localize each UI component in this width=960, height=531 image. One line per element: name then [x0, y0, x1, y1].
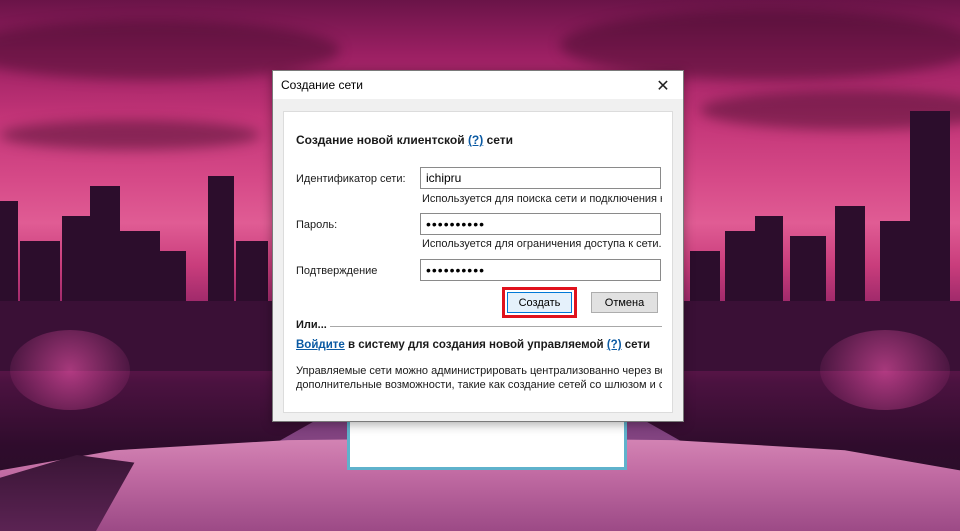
dialog-content: Создание новой клиентской (?) сети Идент…	[283, 111, 673, 413]
password-input[interactable]	[420, 213, 661, 235]
title-bar: Создание сети	[273, 71, 683, 100]
close-button[interactable]: ✕	[643, 71, 683, 100]
close-icon: ✕	[656, 77, 670, 95]
password-label: Пароль:	[296, 219, 338, 231]
create-button-highlight	[502, 287, 577, 318]
signin-link[interactable]: Войдите	[296, 339, 345, 351]
cancel-button[interactable]: Отмена	[591, 292, 658, 313]
dialog-title: Создание сети	[281, 78, 363, 92]
or-label: Или...	[296, 319, 327, 331]
confirm-label: Подтверждение	[296, 265, 378, 277]
background-window-fragment	[347, 418, 627, 470]
password-hint: Используется для ограничения доступа к с…	[422, 238, 662, 250]
section-divider	[330, 326, 662, 327]
network-id-hint: Используется для поиска сети и подключен…	[422, 193, 662, 205]
create-network-dialog: Создание сети ✕ Создание новой клиентско…	[272, 70, 684, 422]
confirm-password-input[interactable]	[420, 259, 661, 281]
signin-line: Войдите в систему для создания новой упр…	[296, 339, 651, 351]
managed-network-description-line1: Управляемые сети можно администрировать …	[296, 365, 662, 377]
help-link-managed-network[interactable]: (?)	[607, 339, 622, 351]
section-heading: Создание новой клиентской (?) сети	[296, 133, 514, 147]
managed-network-description-line2: дополнительные возможности, такие как со…	[296, 379, 662, 391]
help-link-client-network[interactable]: (?)	[468, 133, 483, 147]
network-id-label: Идентификатор сети:	[296, 173, 406, 185]
network-id-input[interactable]	[420, 167, 661, 189]
